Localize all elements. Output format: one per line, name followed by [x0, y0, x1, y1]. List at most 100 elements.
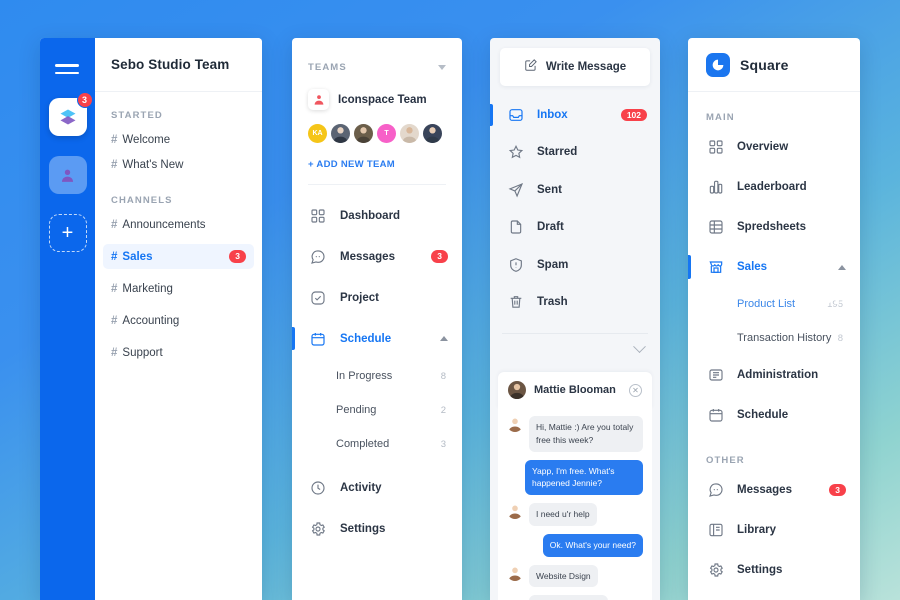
iconspace-logo-icon	[308, 89, 329, 110]
sub-item-in-progress[interactable]: In Progress 8	[292, 359, 462, 393]
nav-item-activity[interactable]: Activity	[292, 467, 462, 508]
nav-item-schedule[interactable]: Schedule	[292, 318, 462, 359]
sub-count: 2	[440, 404, 446, 416]
inbox-icon	[506, 105, 525, 124]
status-badge: 3	[829, 483, 846, 497]
channel-item[interactable]: # Accounting	[103, 308, 254, 333]
mail-folder-sent[interactable]: Sent	[490, 171, 660, 209]
section-label-main: MAIN	[706, 112, 735, 123]
sub-item-transaction-history[interactable]: Transaction History 8	[688, 321, 860, 355]
avatar[interactable]	[354, 124, 373, 143]
layers-glyph	[60, 109, 75, 125]
nav-item-project[interactable]: Project	[292, 277, 462, 318]
avatar[interactable]	[400, 124, 419, 143]
mail-folder-label: Sent	[537, 183, 562, 196]
team-app-icon[interactable]	[48, 156, 87, 194]
chat-bubble-text: Hi, Mattie :) Are you totaly free this w…	[529, 416, 643, 452]
channel-item[interactable]: # Support	[103, 340, 254, 365]
sidebar-item-label: Administration	[737, 369, 819, 381]
check-square-icon	[308, 288, 328, 308]
sidebar-item-library[interactable]: Library	[688, 510, 860, 550]
section-label-other: OTHER	[706, 455, 745, 466]
nav-item-settings[interactable]: Settings	[292, 508, 462, 549]
sidebar-item-administration[interactable]: Administration	[688, 355, 860, 395]
sidebar-item-label: Spredsheets	[737, 221, 807, 233]
chevron-down-icon[interactable]	[438, 65, 446, 70]
teams-header-area: TEAMS Iconspace Team KA T + ADD NEW TEAM	[292, 38, 462, 170]
chat-message: Website Dsign	[507, 564, 643, 588]
channel-item-sales[interactable]: # Sales 3	[103, 244, 254, 269]
nav-item-dashboard[interactable]: Dashboard	[292, 195, 462, 236]
add-workspace-button[interactable]: +	[48, 214, 87, 252]
hash-icon: #	[111, 158, 118, 171]
channel-item[interactable]: # Announcements	[103, 212, 254, 237]
sidebar-item-label: Library	[737, 524, 776, 536]
sub-item-product-list[interactable]: Product List 195	[688, 287, 860, 321]
channel-item[interactable]: # Welcome	[103, 127, 254, 152]
avatar[interactable]	[423, 124, 442, 143]
avatar[interactable]: T	[377, 124, 396, 143]
channel-item[interactable]: # What's New	[103, 152, 254, 177]
chat-header: Mattie Blooman ✕	[498, 372, 652, 408]
write-message-button[interactable]: Write Message	[500, 48, 650, 86]
sidebar-item-schedule[interactable]: Schedule	[688, 395, 860, 435]
avatar[interactable]: KA	[308, 124, 327, 143]
mail-folder-starred[interactable]: Starred	[490, 134, 660, 172]
channel-label: Announcements	[122, 218, 206, 231]
hamburger-icon[interactable]	[54, 60, 81, 78]
status-badge: 102	[620, 108, 647, 121]
chevron-up-icon[interactable]	[838, 264, 846, 270]
mail-folder-label: Inbox	[537, 108, 568, 121]
chevron-up-icon[interactable]	[440, 336, 448, 341]
layers-app-icon[interactable]: 3	[48, 92, 93, 136]
hash-icon: #	[111, 282, 118, 295]
expand-more-button[interactable]	[490, 334, 660, 364]
mail-folder-trash[interactable]: Trash	[490, 284, 660, 322]
sidebar-item-overview[interactable]: Overview	[688, 127, 860, 167]
mail-folder-spam[interactable]: Spam	[490, 246, 660, 284]
mail-folder-label: Starred	[537, 146, 578, 159]
person-photo-icon	[356, 127, 371, 143]
sub-item-completed[interactable]: Completed 3	[292, 427, 462, 461]
workspace-header: Sebo Studio Team	[95, 38, 262, 92]
clock-icon	[308, 478, 328, 498]
sub-item-pending[interactable]: Pending 2	[292, 393, 462, 427]
nav-item-messages[interactable]: Messages 3	[292, 236, 462, 277]
team-item[interactable]: Iconspace Team	[308, 89, 446, 110]
teams-row[interactable]: TEAMS	[308, 62, 446, 73]
chat-message-attachment[interactable]: Brief Details	[507, 595, 643, 600]
sidebar-item-messages[interactable]: Messages 3	[688, 470, 860, 510]
add-new-team-button[interactable]: + ADD NEW TEAM	[308, 159, 446, 170]
administration-icon	[706, 366, 725, 385]
sub-label: Pending	[336, 404, 377, 416]
app-rail: 3 +	[40, 38, 95, 600]
mail-folder-draft[interactable]: Draft	[490, 209, 660, 247]
section-label-started: STARTED	[111, 110, 163, 121]
sidebar-item-leaderboard[interactable]: Leaderboard	[688, 167, 860, 207]
mail-folder-inbox[interactable]: Inbox 102	[490, 96, 660, 134]
sidebar-item-spredsheets[interactable]: Spredsheets	[688, 207, 860, 247]
sidebar-item-sales[interactable]: Sales	[688, 247, 860, 287]
chat-message-list: Hi, Mattie :) Are you totaly free this w…	[498, 408, 652, 600]
section-label-channels: CHANNELS	[111, 195, 173, 206]
hash-icon: #	[111, 250, 118, 263]
channel-item[interactable]: # Marketing	[103, 276, 254, 301]
avatar-initials: KA	[312, 130, 323, 137]
channel-label: Support	[122, 346, 163, 359]
avatar	[508, 381, 526, 399]
close-circle-icon[interactable]: ✕	[629, 383, 642, 397]
channel-label: Welcome	[122, 133, 171, 146]
sidebar-item-settings[interactable]: Settings	[688, 550, 860, 590]
sub-count: 8	[440, 370, 446, 382]
brand-name: Square	[740, 56, 789, 73]
sub-label: Completed	[336, 438, 390, 450]
team-name: Iconspace Team	[338, 93, 427, 106]
chat-message: Hi, Mattie :) Are you totaly free this w…	[507, 416, 643, 452]
chat-bubble-text: Ok. What's your need?	[542, 533, 643, 557]
calendar-icon	[706, 406, 725, 425]
avatar[interactable]	[331, 124, 350, 143]
hash-icon: #	[111, 133, 118, 146]
